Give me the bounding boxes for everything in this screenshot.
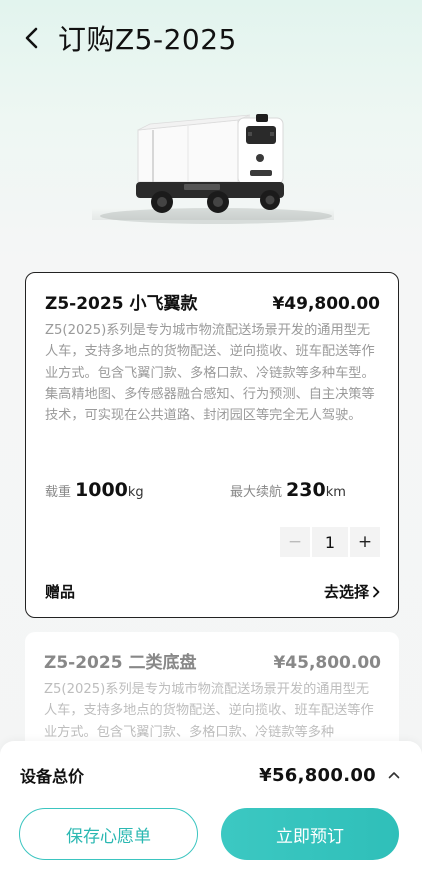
decrease-button[interactable]: − (280, 527, 310, 557)
load-spec: 载重 1000kg (45, 479, 144, 501)
gift-label: 赠品 (45, 583, 76, 601)
chevron-left-icon[interactable] (22, 26, 44, 50)
product-description: Z5(2025)系列是专为城市物流配送场景开发的通用型无人车，支持多地点的货物配… (44, 682, 374, 740)
quantity-value[interactable]: 1 (312, 527, 348, 557)
product-name: Z5-2025 二类底盘 (44, 653, 197, 673)
save-wishlist-button[interactable]: 保存心愿单 (19, 808, 198, 860)
total-row: 设备总价 ¥56,800.00 (20, 763, 400, 787)
order-now-button[interactable]: 立即预订 (221, 808, 399, 860)
page-title: 订购Z5-2025 (58, 23, 237, 56)
chevron-up-icon[interactable] (388, 771, 400, 779)
quantity-stepper: − 1 + (280, 527, 380, 557)
gift-select-label: 去选择 (323, 583, 369, 601)
load-unit: kg (127, 485, 144, 500)
gift-row: 赠品 去选择 (45, 581, 380, 602)
product-price: ¥45,800.00 (273, 653, 381, 673)
load-value: 1000 (75, 479, 128, 501)
chevron-right-icon (373, 586, 380, 597)
range-unit: km (325, 485, 346, 500)
product-price: ¥49,800.00 (272, 294, 380, 314)
product-card-selected[interactable]: Z5-2025 小飞翼款 ¥49,800.00 Z5(2025)系列是专为城市物… (25, 272, 399, 618)
bottom-bar: 设备总价 ¥56,800.00 保存心愿单 立即预订 (0, 741, 422, 882)
product-description: Z5(2025)系列是专为城市物流配送场景开发的通用型无人车，支持多地点的货物配… (45, 323, 375, 424)
range-spec: 最大续航 230km (230, 479, 346, 501)
total-toggle[interactable]: ¥56,800.00 (259, 765, 400, 786)
total-price: ¥56,800.00 (259, 764, 376, 786)
header: 订购Z5-2025 (0, 0, 422, 76)
spec-row: 载重 1000kg 最大续航 230km (45, 471, 381, 501)
gift-select-link[interactable]: 去选择 (324, 581, 380, 602)
increase-button[interactable]: + (350, 527, 380, 557)
load-label: 载重 (45, 485, 72, 500)
range-label: 最大续航 (230, 485, 283, 500)
range-value: 230 (286, 479, 326, 501)
delivery-vehicle-image (92, 114, 334, 224)
product-name: Z5-2025 小飞翼款 (45, 294, 198, 314)
total-label: 设备总价 (20, 767, 85, 786)
